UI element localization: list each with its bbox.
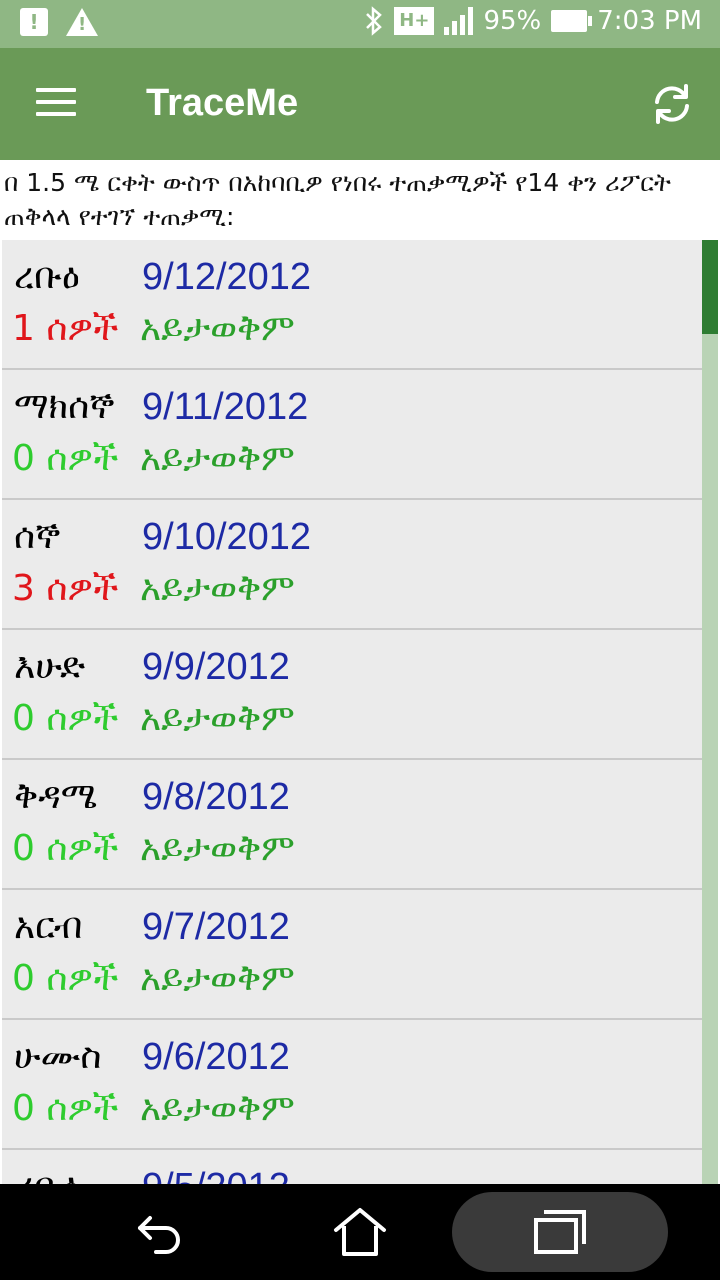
bluetooth-icon (366, 6, 383, 36)
list-item[interactable]: ሁሙስ 9/6/2012 0 ሰዎች አይታወቅም (2, 1020, 702, 1150)
list-item[interactable]: ረቡዕ 9/12/2012 1 ሰዎች አይታወቅም (2, 240, 702, 370)
contact-count: 0 ሰዎች (12, 698, 119, 739)
contact-count: 1 ሰዎች (12, 308, 119, 349)
day-name: ረቡዕ (14, 256, 80, 297)
contact-count: 0 ሰዎች (12, 1088, 119, 1129)
date: 9/10/2012 (142, 516, 312, 558)
home-button[interactable] (310, 1184, 410, 1280)
day-name: ቅዳሜ (14, 776, 98, 817)
list-item[interactable]: አርብ 9/7/2012 0 ሰዎች አይታወቅም (2, 890, 702, 1020)
status-text: አይታወቅም (140, 1088, 295, 1129)
notification-icons: ! ! (20, 8, 98, 36)
status-text: አይታወቅም (140, 568, 295, 609)
list-item[interactable]: ረቡዕ 9/5/2012 (2, 1150, 702, 1184)
date: 9/8/2012 (142, 776, 290, 818)
navigation-bar (0, 1184, 720, 1280)
contact-count: 0 ሰዎች (12, 438, 119, 479)
recent-apps-icon (534, 1210, 586, 1254)
report-list[interactable]: ረቡዕ 9/12/2012 1 ሰዎች አይታወቅም ማክሰኞ 9/11/201… (2, 240, 702, 1184)
day-name: ማክሰኞ (14, 386, 115, 427)
status-text: አይታወቅም (140, 958, 295, 999)
scrollbar-track[interactable] (702, 240, 718, 1184)
warning-icon: ! (66, 8, 98, 36)
home-icon (334, 1208, 386, 1256)
status-bar: ! ! H+ 95% 7:03 PM (0, 0, 720, 48)
contact-count: 0 ሰዎች (12, 958, 119, 999)
date: 9/9/2012 (142, 646, 290, 688)
list-item[interactable]: ቅዳሜ 9/8/2012 0 ሰዎች አይታወቅም (2, 760, 702, 890)
day-name: ሁሙስ (14, 1036, 102, 1077)
day-name: ረቡዕ (14, 1166, 80, 1184)
date: 9/12/2012 (142, 256, 312, 298)
day-name: ሰኞ (14, 516, 61, 557)
day-name: እሁድ (14, 646, 86, 687)
date: 9/5/2012 (142, 1166, 290, 1184)
system-icons: H+ 95% 7:03 PM (364, 6, 702, 36)
date: 9/11/2012 (142, 386, 309, 428)
recent-apps-button[interactable] (510, 1184, 610, 1280)
app-bar: TraceMe (0, 48, 720, 160)
back-icon (138, 1216, 180, 1254)
list-item[interactable]: ሰኞ 9/10/2012 3 ሰዎች አይታወቅም (2, 500, 702, 630)
date: 9/7/2012 (142, 906, 290, 948)
battery-icon (551, 10, 593, 32)
signal-icon (444, 7, 474, 35)
list-item[interactable]: ማክሰኞ 9/11/2012 0 ሰዎች አይታወቅም (2, 370, 702, 500)
contact-count: 3 ሰዎች (12, 568, 119, 609)
battery-percent: 95% (483, 6, 542, 36)
app-title: TraceMe (146, 82, 299, 124)
status-text: አይታወቅም (140, 308, 295, 349)
contact-count: 0 ሰዎች (12, 828, 119, 869)
list-item[interactable]: እሁድ 9/9/2012 0 ሰዎች አይታወቅም (2, 630, 702, 760)
day-name: አርብ (14, 906, 83, 947)
scrollbar-thumb[interactable] (702, 240, 718, 334)
clock: 7:03 PM (597, 6, 702, 36)
date: 9/6/2012 (142, 1036, 290, 1078)
status-text: አይታወቅም (140, 698, 295, 739)
status-text: አይታወቅም (140, 828, 295, 869)
network-type: H+ (394, 7, 435, 35)
status-text: አይታወቅም (140, 438, 295, 479)
refresh-icon[interactable] (648, 80, 696, 128)
back-button[interactable] (110, 1184, 210, 1280)
message-alert-icon: ! (20, 8, 48, 36)
report-description: በ 1.5 ሜ ርቀት ውስጥ በአከባቢዎ የነበሩ ተጠቃሚዎች የ14 ቀ… (0, 160, 720, 240)
menu-icon[interactable] (36, 88, 76, 120)
